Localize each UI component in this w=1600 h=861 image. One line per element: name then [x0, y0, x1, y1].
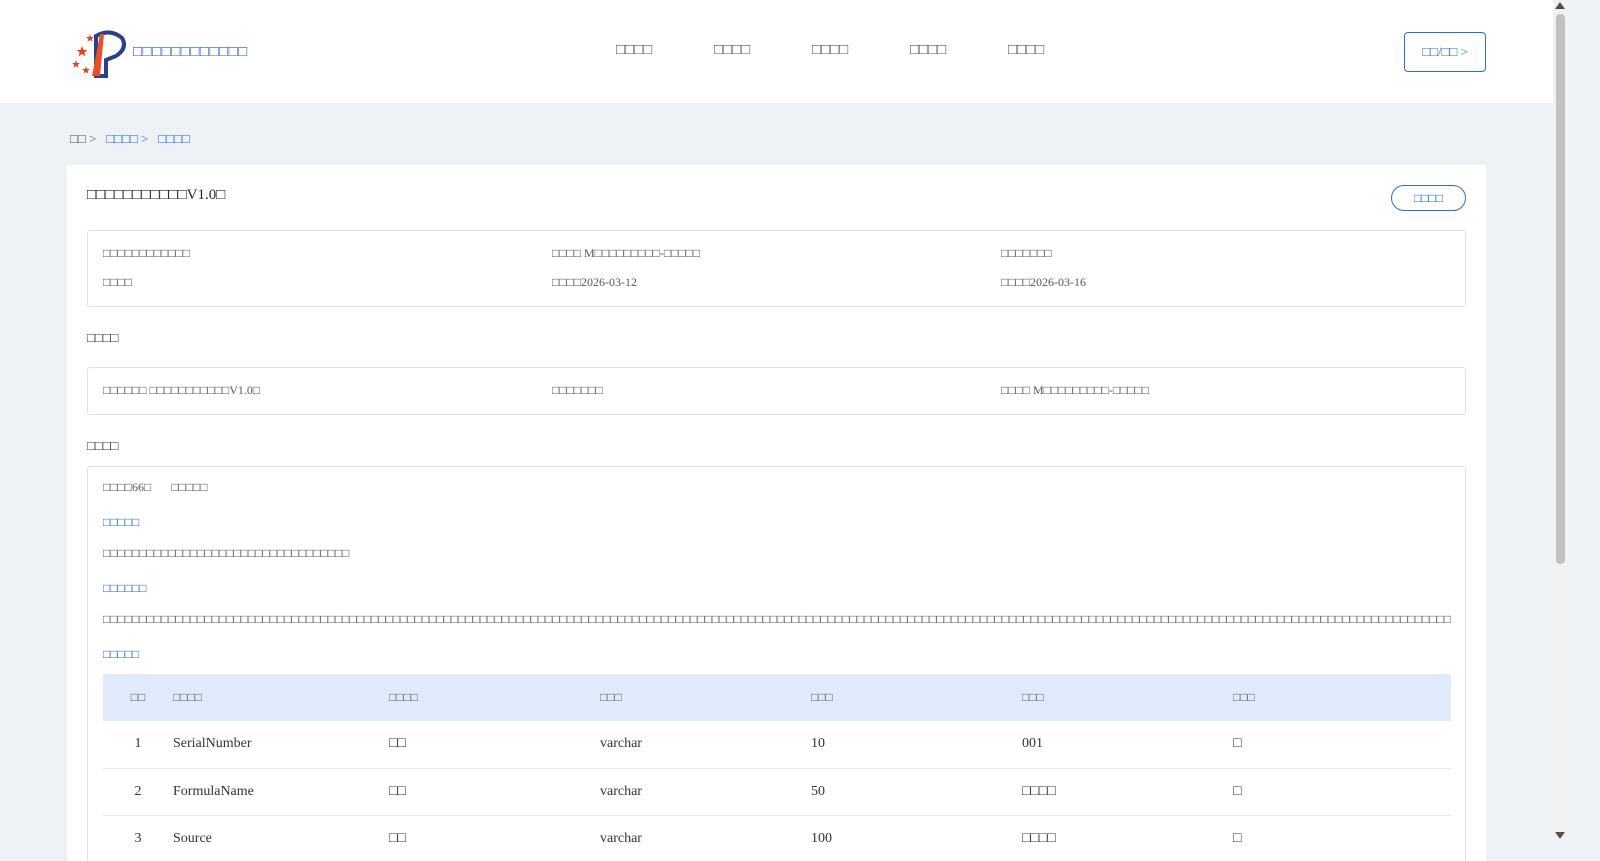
table-cell: 3 [134, 830, 142, 846]
table-header-row: □□ □□□□ □□□□ □□□ □□□ □□□ □□□ [103, 674, 1451, 721]
back-button[interactable]: □□□□ [1391, 185, 1466, 211]
table-cell: □□□□ [1022, 783, 1056, 799]
fields-meta-row: □□□□66□ □□□□□ [103, 480, 208, 495]
resource-field: □□□□□□ □□□□□□□□□□□V1.0□ [103, 383, 261, 397]
table-header: □□□ [811, 690, 833, 704]
table-cell: 001 [1022, 736, 1043, 752]
resource-info-box: □□□□□□ □□□□□□□□□□□V1.0□ □□□□□□□ □□□□ M□□… [87, 367, 1466, 415]
table-header: □□ [130, 690, 146, 704]
table-cell: 1 [134, 736, 142, 752]
site-header: □□□□□□□□□□□□ □□□□ □□□□ □□□□ □□□□ □□□□ □□… [0, 0, 1553, 103]
table-header: □□□ [600, 690, 622, 704]
detail-card: □□□□□□□□□□□V1.0□ □□□□ □□□□□□□□□□□□ □□□□ … [67, 165, 1486, 861]
table-cell: □□ [389, 783, 406, 799]
scrollbar-thumb[interactable] [1556, 14, 1565, 564]
meta-field: □□□□□□□ [1001, 246, 1052, 260]
site-brand-name[interactable]: □□□□□□□□□□□□ [133, 44, 248, 61]
table-cell: □ [1233, 783, 1242, 799]
resource-field: □□□□□□□ [552, 383, 603, 397]
table-cell: 50 [811, 783, 825, 799]
table-cell: 10 [811, 736, 825, 752]
table-header: □□□□ [389, 690, 418, 704]
field-count: □□□□66□ [103, 480, 152, 494]
subsection-title: □□□□□ [103, 647, 140, 661]
table-row: 3 Source □□ varchar 100 □□□□ □ [103, 815, 1451, 861]
table-cell: □□ [389, 830, 406, 846]
scroll-down-arrow-icon[interactable] [1555, 832, 1565, 839]
meta-field: □□□□□□□□□□□□ [103, 246, 190, 260]
table-header: □□□ [1022, 690, 1044, 704]
meta-field: □□□□2026-03-16 [1001, 275, 1086, 289]
table-cell: □□□□ [1022, 830, 1056, 846]
page-title: □□□□□□□□□□□V1.0□ [87, 187, 226, 203]
subsection-title: □□□□□□ [103, 581, 147, 595]
subsection-text: □□□□□□□□□□□□□□□□□□□□□□□□□□□□□□□□□□ [103, 546, 350, 560]
site-logo-icon[interactable] [70, 26, 130, 78]
table-cell: Source [173, 830, 212, 846]
fields-extra: □□□□□ [171, 480, 208, 494]
fields-box: □□□□66□ □□□□□ □□□□□ □□□□□□□□□□□□□□□□□□□□… [87, 466, 1466, 861]
table-cell: SerialNumber [173, 736, 252, 752]
meta-field: □□□□2026-03-12 [552, 275, 637, 289]
section-heading: □□□□ [87, 330, 119, 345]
table-header: □□□□ [173, 690, 202, 704]
table-header: □□□ [1233, 690, 1255, 704]
resource-row: □□□□□□ □□□□□□□□□□□V1.0□ □□□□□□□ □□□□ M□□… [103, 383, 1450, 398]
meta-info-box: □□□□□□□□□□□□ □□□□ M□□□□□□□□□-□□□□□ □□□□□… [87, 230, 1466, 307]
subsection-text: □□□□□□□□□□□□□□□□□□□□□□□□□□□□□□□□□□□□□□□□… [103, 612, 1451, 626]
table-cell: varchar [600, 783, 642, 799]
fields-table: □□ □□□□ □□□□ □□□ □□□ □□□ □□□ 1 SerialNum… [103, 674, 1451, 861]
table-cell: varchar [600, 736, 642, 752]
table-cell: FormulaName [173, 783, 254, 799]
table-cell: varchar [600, 830, 642, 846]
table-cell: □ [1233, 736, 1242, 752]
login-register-button[interactable]: □□/□□ > [1404, 32, 1486, 72]
main-nav: □□□□ □□□□ □□□□ □□□□ □□□□ [616, 42, 1045, 58]
breadcrumb-level2[interactable]: □□□□ > [106, 131, 148, 147]
meta-field: □□□□ M□□□□□□□□□-□□□□□ [552, 246, 701, 260]
section-heading: □□□□ [87, 438, 119, 453]
table-cell: 2 [134, 783, 142, 799]
table-row: 2 FormulaName □□ varchar 50 □□□□ □ [103, 768, 1451, 815]
breadcrumb-home[interactable]: □□ > [70, 131, 96, 147]
meta-row-2: □□□□ □□□□2026-03-12 □□□□2026-03-16 [103, 275, 1450, 290]
subsection-title: □□□□□ [103, 515, 140, 529]
meta-row-1: □□□□□□□□□□□□ □□□□ M□□□□□□□□□-□□□□□ □□□□□… [103, 246, 1450, 261]
table-cell: □ [1233, 830, 1242, 846]
resource-field: □□□□ M□□□□□□□□□-□□□□□ [1001, 383, 1150, 397]
meta-field: □□□□ [103, 275, 132, 289]
breadcrumb-current: □□□□ [158, 131, 190, 146]
table-cell: □□ [389, 736, 406, 752]
scroll-up-arrow-icon[interactable] [1555, 2, 1565, 9]
breadcrumb: □□ > □□□□ > □□□□ [70, 131, 190, 147]
table-cell: 100 [811, 830, 832, 846]
table-row: 1 SerialNumber □□ varchar 10 001 □ [103, 721, 1451, 768]
